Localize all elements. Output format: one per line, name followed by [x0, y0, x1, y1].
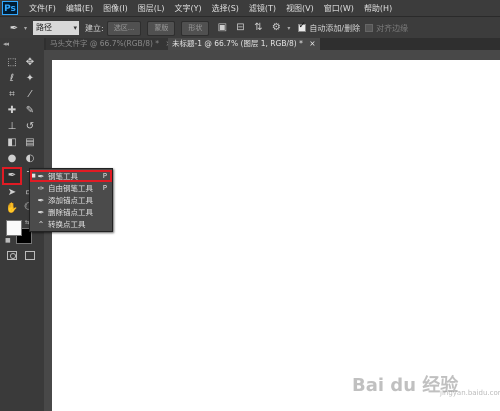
foreground-color-swatch[interactable]	[6, 220, 22, 236]
align-edges-label: 对齐边缘	[376, 23, 409, 33]
gradient-icon[interactable]: ▤	[22, 136, 38, 150]
watermark-url: jingyan.baidu.com	[440, 389, 500, 397]
pen-tool-icon[interactable]: ✒	[2, 167, 22, 185]
document-tab-1[interactable]: 马头文件字 @ 66.7%(RGB/8) * ×	[46, 38, 176, 50]
path-operations-icon[interactable]: ▣	[215, 21, 229, 35]
default-colors-icon[interactable]: ■	[5, 237, 11, 244]
menu-help[interactable]: 帮助(H)	[359, 3, 397, 14]
freeform-pen-icon: ✑	[37, 183, 45, 193]
quick-mask-icon[interactable]	[7, 251, 17, 260]
menu-edit[interactable]: 编辑(E)	[61, 3, 98, 14]
make-selection-button[interactable]: 选区...	[106, 20, 142, 36]
shortcut-key: P	[102, 184, 107, 192]
tool-preset-picker[interactable]: ✒	[4, 20, 24, 36]
clone-stamp-icon[interactable]: ⊥	[4, 120, 20, 134]
menu-view[interactable]: 视图(V)	[281, 3, 319, 14]
path-alignment-icon[interactable]: ⊟	[233, 21, 247, 35]
path-selection-icon[interactable]: ➤	[4, 186, 20, 200]
blur-icon[interactable]: ●	[4, 152, 20, 166]
menu-select[interactable]: 选择(S)	[207, 3, 244, 14]
flyout-item-convert-point[interactable]: ⌃ 转换点工具	[30, 218, 112, 230]
screen-mode-icon[interactable]	[25, 251, 35, 260]
options-bar: ✒ ▾ 路径 建立: 选区... 蒙版 形状 ▣ ⊟ ⇅ ⚙ ▾ 自动添加/删除…	[0, 16, 500, 40]
flyout-item-label: 删除锚点工具	[48, 207, 93, 217]
healing-brush-icon[interactable]: ✚	[4, 104, 20, 118]
flyout-item-label: 钢笔工具	[48, 171, 78, 181]
path-arrangement-icon[interactable]: ⇅	[251, 21, 265, 35]
move-icon[interactable]: ✥	[22, 56, 38, 70]
brush-icon[interactable]: ✎	[22, 104, 38, 118]
flyout-item-freeform-pen[interactable]: ✑ 自由钢笔工具 P	[30, 182, 112, 194]
baidu-watermark: Bai du 经验 jingyan.baidu.com	[352, 371, 500, 399]
chevron-down-icon[interactable]: ▾	[287, 25, 290, 32]
photoshop-logo: Ps	[2, 1, 18, 15]
crop-icon[interactable]: ⌗	[4, 88, 20, 102]
pen-tool-flyout: ■ ✒ 钢笔工具 P ✑ 自由钢笔工具 P ✒ 添加锚点工具 ✒ 删除锚点工具 …	[29, 168, 113, 232]
make-shape-button[interactable]: 形状	[181, 20, 210, 36]
lasso-icon[interactable]: ℓ	[4, 72, 20, 86]
gear-icon[interactable]: ⚙	[269, 21, 283, 35]
document-tab-2[interactable]: 未标题-1 @ 66.7% (图层 1, RGB/8) * ×	[168, 38, 320, 50]
menu-bar: Ps 文件(F) 编辑(E) 图像(I) 图层(L) 文字(Y) 选择(S) 滤…	[0, 0, 500, 16]
flyout-item-label: 添加锚点工具	[48, 195, 93, 205]
add-anchor-point-icon: ✒	[37, 195, 45, 205]
marquee-icon[interactable]: ⬚	[4, 56, 20, 70]
document-tab-label: 马头文件字 @ 66.7%(RGB/8) *	[50, 39, 160, 48]
hand-icon[interactable]: ✋	[4, 202, 20, 216]
chevron-down-icon[interactable]: ▾	[24, 25, 27, 32]
collapse-panel-icon[interactable]: ◂◂	[3, 40, 9, 48]
menu-file[interactable]: 文件(F)	[24, 3, 61, 14]
flyout-item-label: 自由钢笔工具	[48, 183, 93, 193]
tool-mode-select[interactable]: 路径	[33, 21, 80, 35]
make-label: 建立:	[85, 23, 104, 33]
make-mask-button[interactable]: 蒙版	[147, 20, 176, 36]
document-tab-bar: 马头文件字 @ 66.7%(RGB/8) * × 未标题-1 @ 66.7% (…	[44, 38, 500, 50]
menu-window[interactable]: 窗口(W)	[319, 3, 359, 14]
auto-add-delete-label: 自动添加/删除	[309, 23, 361, 33]
delete-anchor-point-icon: ✒	[37, 207, 45, 217]
magic-wand-icon[interactable]: ✦	[22, 72, 38, 86]
menu-filter[interactable]: 滤镜(T)	[244, 3, 281, 14]
flyout-item-delete-anchor[interactable]: ✒ 删除锚点工具	[30, 206, 112, 218]
flyout-item-add-anchor[interactable]: ✒ 添加锚点工具	[30, 194, 112, 206]
menu-image[interactable]: 图像(I)	[98, 3, 133, 14]
close-icon[interactable]: ×	[309, 39, 315, 48]
document-canvas[interactable]	[52, 60, 500, 411]
pen-icon: ✒	[9, 22, 19, 34]
eraser-icon[interactable]: ◧	[4, 136, 20, 150]
flyout-item-pen[interactable]: ■ ✒ 钢笔工具 P	[30, 170, 112, 182]
eyedropper-icon[interactable]: ⁄	[22, 88, 38, 102]
convert-point-icon: ⌃	[37, 219, 45, 229]
align-edges-checkbox[interactable]	[365, 24, 374, 32]
flyout-item-label: 转换点工具	[48, 219, 86, 229]
pen-icon: ✒	[37, 171, 45, 181]
shortcut-key: P	[102, 172, 107, 180]
history-brush-icon[interactable]: ↺	[22, 120, 38, 134]
auto-add-delete-checkbox[interactable]	[298, 21, 307, 32]
dodge-icon[interactable]: ◐	[22, 152, 38, 166]
menu-type[interactable]: 文字(Y)	[169, 3, 206, 14]
menu-layer[interactable]: 图层(L)	[133, 3, 170, 14]
document-tab-label: 未标题-1 @ 66.7% (图层 1, RGB/8) *	[172, 39, 303, 48]
